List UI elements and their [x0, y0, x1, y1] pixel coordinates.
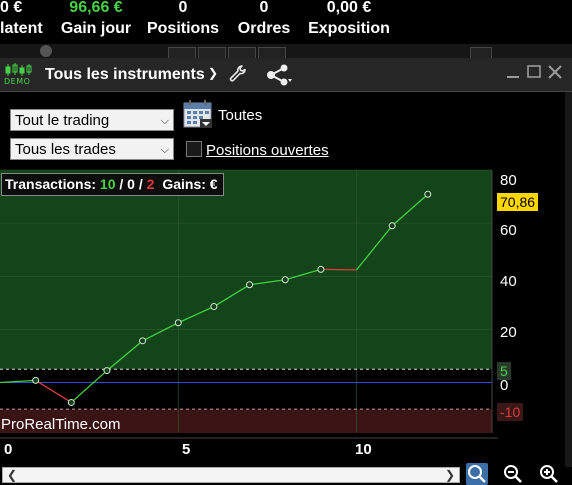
data-point	[210, 303, 218, 311]
data-point	[388, 222, 396, 230]
scroll-right-icon[interactable]: ❯	[445, 468, 455, 482]
current-value-badge: 70,86	[497, 193, 539, 211]
data-point	[139, 337, 147, 345]
separator: /	[119, 176, 124, 192]
data-point	[246, 281, 254, 289]
winning-trades-count: 10	[99, 176, 116, 192]
horizontal-scrollbar[interactable]: ❮ ❯	[2, 467, 460, 483]
scroll-left-icon[interactable]: ❮	[7, 468, 17, 482]
separator: /	[138, 176, 143, 192]
y-tick-label: 60	[500, 222, 517, 239]
zoom-out-icon[interactable]	[502, 463, 524, 485]
zoom-fit-icon[interactable]	[466, 463, 488, 485]
bottom-bar: ❮ ❯	[0, 463, 572, 485]
y-tick-label: 80	[500, 172, 517, 189]
y-tick-label: 40	[500, 273, 517, 290]
equity-chart	[0, 169, 498, 439]
zoom-in-icon[interactable]	[538, 463, 560, 485]
x-tick-label: 0	[4, 441, 13, 458]
data-point	[424, 190, 432, 198]
upper-marker-badge: 5	[497, 362, 511, 380]
losing-trades-count: 2	[146, 176, 155, 192]
data-point	[103, 367, 111, 375]
x-tick-label: 5	[182, 441, 191, 458]
neutral-trades-count: 0	[127, 176, 135, 192]
y-tick-label: 20	[500, 324, 517, 341]
transactions-summary: Transactions: 10 / 0 / 2 Gains: €	[1, 173, 224, 196]
gains-label: Gains: €	[162, 176, 218, 192]
profit-zone	[0, 170, 492, 370]
data-point	[67, 398, 75, 406]
data-point	[317, 265, 325, 273]
series-segment	[320, 268, 357, 271]
data-point	[32, 376, 40, 384]
watermark: ProRealTime.com	[1, 416, 121, 433]
x-tick-label: 10	[355, 441, 372, 458]
data-point	[281, 276, 289, 284]
lower-marker-badge: -10	[497, 403, 524, 421]
transactions-label: Transactions:	[5, 176, 97, 192]
data-point	[174, 319, 182, 327]
